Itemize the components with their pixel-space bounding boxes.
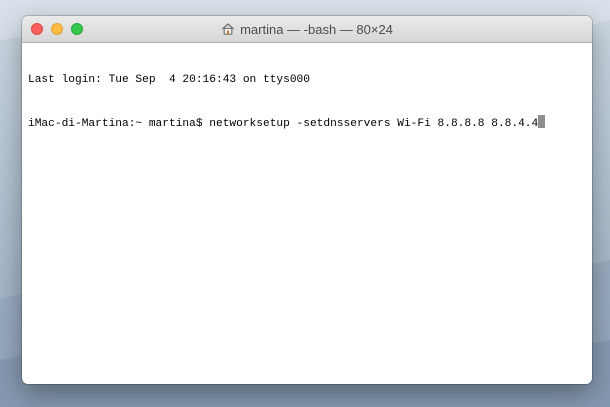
terminal-line-login: Last login: Tue Sep 4 20:16:43 on ttys00…: [28, 74, 310, 86]
home-icon: [222, 23, 235, 35]
text-cursor: [538, 115, 546, 128]
command-text: iMac-di-Martina:~ martina$ networksetup …: [28, 118, 539, 130]
terminal-line-command: iMac-di-Martina:~ martina$ networksetup …: [28, 115, 586, 130]
window-title: martina — -bash — 80×24: [240, 21, 393, 37]
window-title-group: martina — -bash — 80×24: [22, 16, 592, 42]
title-bar[interactable]: martina — -bash — 80×24: [22, 16, 592, 43]
terminal-window: martina — -bash — 80×24 Last login: Tue …: [22, 16, 592, 384]
terminal-content[interactable]: Last login: Tue Sep 4 20:16:43 on ttys00…: [22, 43, 592, 384]
